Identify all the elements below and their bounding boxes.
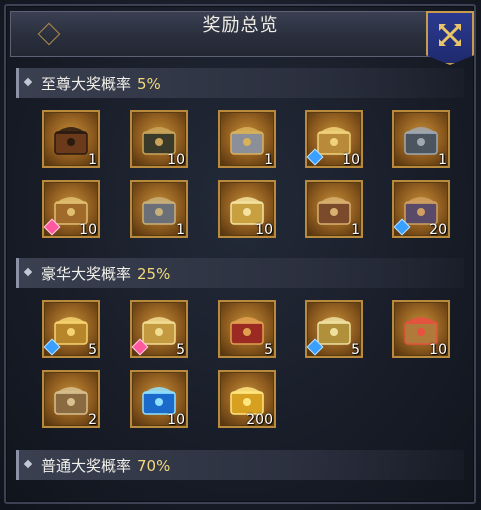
section-percent: 5% <box>137 75 161 93</box>
close-icon[interactable] <box>435 20 465 50</box>
item-quantity: 10 <box>429 342 447 358</box>
armor-pile-icon <box>142 197 176 225</box>
reward-slot[interactable]: 10 <box>305 110 363 168</box>
section-header-supreme: 至尊大奖概率 5% <box>16 68 464 98</box>
gold-treasure-pile-icon <box>230 127 264 155</box>
item-quantity: 1 <box>88 152 97 168</box>
reward-slot[interactable]: 10 <box>218 180 276 238</box>
item-quantity: 1 <box>438 152 447 168</box>
item-quantity: 1 <box>351 222 360 238</box>
skull-chest-icon <box>54 127 88 155</box>
item-quantity: 5 <box>176 342 185 358</box>
reward-slot[interactable]: 5 <box>305 300 363 358</box>
section-percent: 25% <box>137 265 171 283</box>
reward-slot[interactable]: 1 <box>130 180 188 238</box>
section-bullet-icon <box>23 267 33 277</box>
ornate-chest-icon <box>317 197 351 225</box>
item-quantity: 1 <box>176 222 185 238</box>
reward-slot[interactable]: 5 <box>218 300 276 358</box>
section-bullet-icon <box>23 77 33 87</box>
section-label: 豪华大奖概率 <box>41 265 132 283</box>
reward-slot[interactable]: 20 <box>392 180 450 238</box>
reward-slot[interactable]: 1 <box>305 180 363 238</box>
reward-slot[interactable]: 1 <box>218 110 276 168</box>
armor-set-icon <box>404 127 438 155</box>
item-quantity: 10 <box>255 222 273 238</box>
reward-slot[interactable]: 1 <box>392 110 450 168</box>
reward-overview-panel: 奖励总览 至尊大奖概率 5% 1 10 1 10 1 10 1 10 1 20 豪华大奖概率 25% … <box>0 0 481 510</box>
item-quantity: 5 <box>264 342 273 358</box>
item-quantity: 10 <box>342 152 360 168</box>
reward-slot[interactable]: 5 <box>130 300 188 358</box>
reward-slot[interactable]: 1 <box>42 110 100 168</box>
item-quantity: 2 <box>88 412 97 428</box>
section-header-deluxe: 豪华大奖概率 25% <box>16 258 464 288</box>
reward-slot[interactable]: 5 <box>42 300 100 358</box>
item-quantity: 200 <box>246 412 273 428</box>
page-title: 奖励总览 <box>202 15 279 36</box>
reward-slot[interactable]: 10 <box>130 110 188 168</box>
reward-slot[interactable]: 10 <box>392 300 450 358</box>
close-button[interactable] <box>426 11 474 65</box>
reward-slot[interactable]: 10 <box>130 370 188 428</box>
item-quantity: 10 <box>167 152 185 168</box>
item-quantity: 1 <box>264 152 273 168</box>
scroll-bundle-icon <box>54 387 88 415</box>
item-quantity: 10 <box>79 222 97 238</box>
reward-slot[interactable]: 2 <box>42 370 100 428</box>
item-quantity: 20 <box>429 222 447 238</box>
item-quantity: 5 <box>351 342 360 358</box>
item-quantity: 10 <box>167 412 185 428</box>
section-label: 普通大奖概率 <box>41 457 132 475</box>
reward-slot[interactable]: 10 <box>42 180 100 238</box>
reward-slot[interactable]: 200 <box>218 370 276 428</box>
section-label: 至尊大奖概率 <box>41 75 132 93</box>
section-percent: 70% <box>137 457 171 475</box>
section-bullet-icon <box>23 459 33 469</box>
item-quantity: 5 <box>88 342 97 358</box>
section-header-normal: 普通大奖概率 70% <box>16 450 464 480</box>
red-chest-icon <box>230 317 264 345</box>
